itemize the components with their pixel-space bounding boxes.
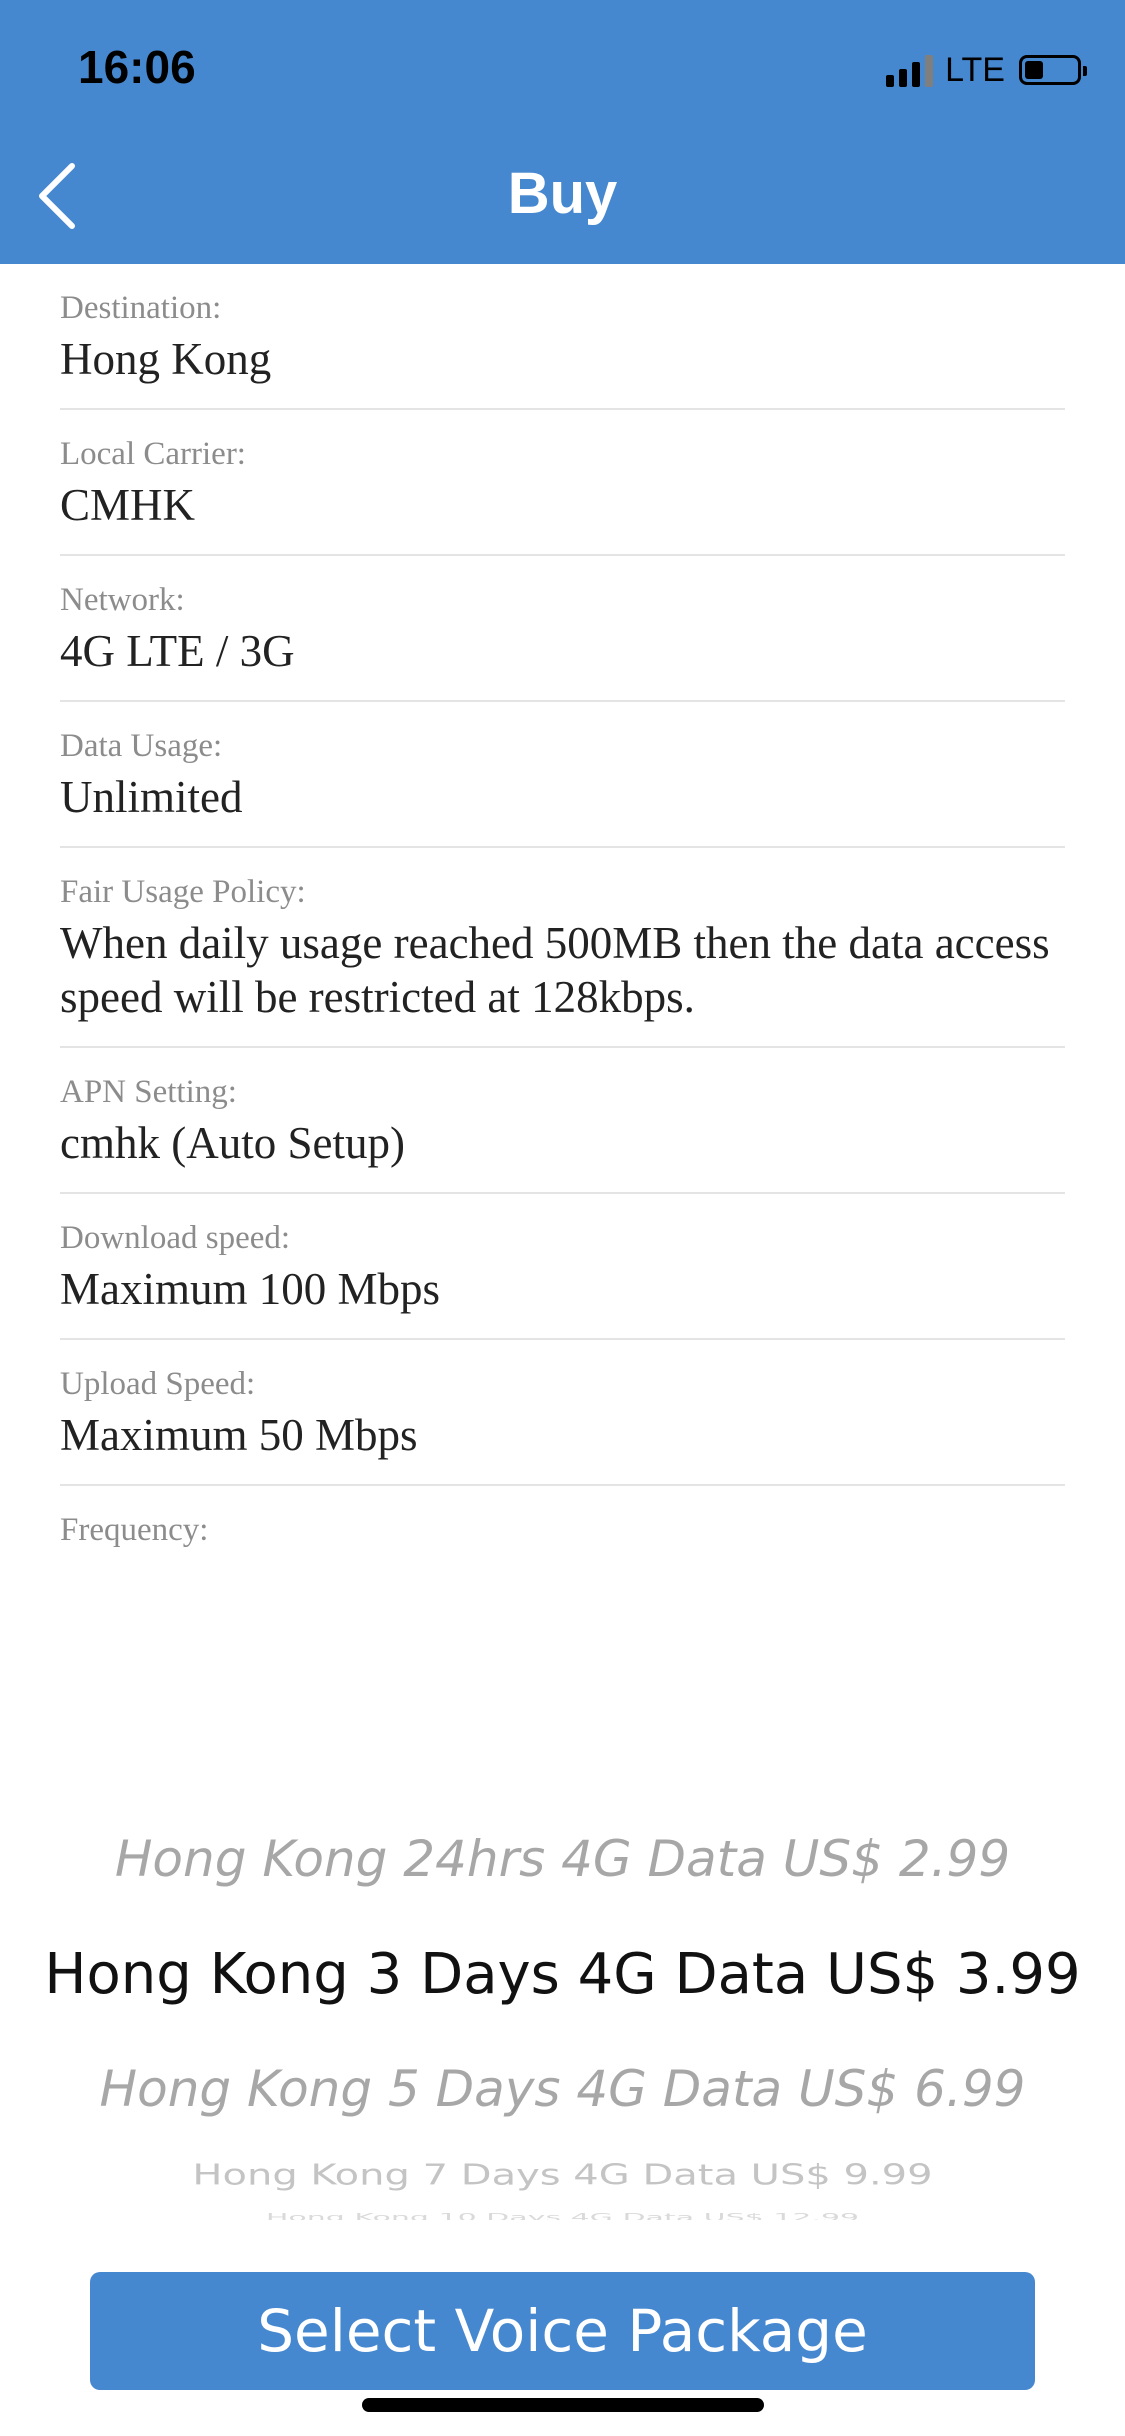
detail-value: CMHK [60, 480, 196, 530]
package-picker[interactable]: Hong Kong 24hrs 4G Data US$ 2.99 Hong Ko… [0, 1800, 1125, 2220]
detail-local-carrier: Local Carrier: CMHK [60, 410, 1065, 556]
detail-label: Data Usage: [60, 728, 223, 764]
detail-frequency: Frequency: [60, 1486, 1065, 1576]
picker-option[interactable]: Hong Kong 24hrs 4G Data US$ 2.99 [0, 1830, 1125, 1888]
detail-destination: Destination: Hong Kong [60, 264, 1065, 410]
select-voice-package-button[interactable]: Select Voice Package [90, 2272, 1035, 2390]
detail-fair-usage-policy: Fair Usage Policy: When daily usage reac… [60, 848, 1065, 1048]
detail-label: Network: [60, 582, 185, 618]
page-title: Buy [507, 161, 618, 226]
detail-label: APN Setting: [60, 1074, 237, 1110]
package-details: Destination: Hong Kong Local Carrier: CM… [60, 264, 1065, 1576]
detail-value: Maximum 50 Mbps [60, 1410, 418, 1460]
status-time: 16:06 [78, 41, 196, 93]
nav-header: 16:06 LTE Buy [0, 0, 1125, 264]
signal-icon [886, 53, 934, 87]
home-indicator[interactable] [362, 2398, 764, 2412]
picker-option[interactable]: Hong Kong 7 Days 4G Data US$ 9.99 [0, 2158, 1125, 2191]
detail-data-usage: Data Usage: Unlimited [60, 702, 1065, 848]
detail-download-speed: Download speed: Maximum 100 Mbps [60, 1194, 1065, 1340]
detail-label: Fair Usage Policy: [60, 874, 306, 910]
detail-network: Network: 4G LTE / 3G [60, 556, 1065, 702]
detail-label: Download speed: [60, 1220, 291, 1256]
detail-label: Destination: [60, 290, 222, 326]
detail-label: Upload Speed: [60, 1366, 256, 1402]
detail-upload-speed: Upload Speed: Maximum 50 Mbps [60, 1340, 1065, 1486]
picker-option[interactable]: Hong Kong 10 Days 4G Data US$ 12.99 [0, 2211, 1125, 2220]
detail-label: Frequency: [60, 1512, 209, 1548]
status-indicators: LTE [886, 48, 1087, 92]
detail-label: Local Carrier: [60, 436, 246, 472]
detail-value: cmhk (Auto Setup) [60, 1118, 405, 1168]
detail-value: When daily usage reached 500MB then the … [60, 918, 1050, 1022]
detail-value: 4G LTE / 3G [60, 626, 295, 676]
detail-apn-setting: APN Setting: cmhk (Auto Setup) [60, 1048, 1065, 1194]
detail-value: Maximum 100 Mbps [60, 1264, 441, 1314]
detail-value: Hong Kong [60, 334, 272, 384]
picker-option[interactable]: Hong Kong 5 Days 4G Data US$ 6.99 [0, 2060, 1125, 2118]
picker-option-selected[interactable]: Hong Kong 3 Days 4G Data US$ 3.99 [0, 1942, 1125, 2007]
detail-value: Unlimited [60, 772, 243, 822]
network-type: LTE [945, 50, 1005, 89]
battery-icon [1019, 55, 1087, 85]
